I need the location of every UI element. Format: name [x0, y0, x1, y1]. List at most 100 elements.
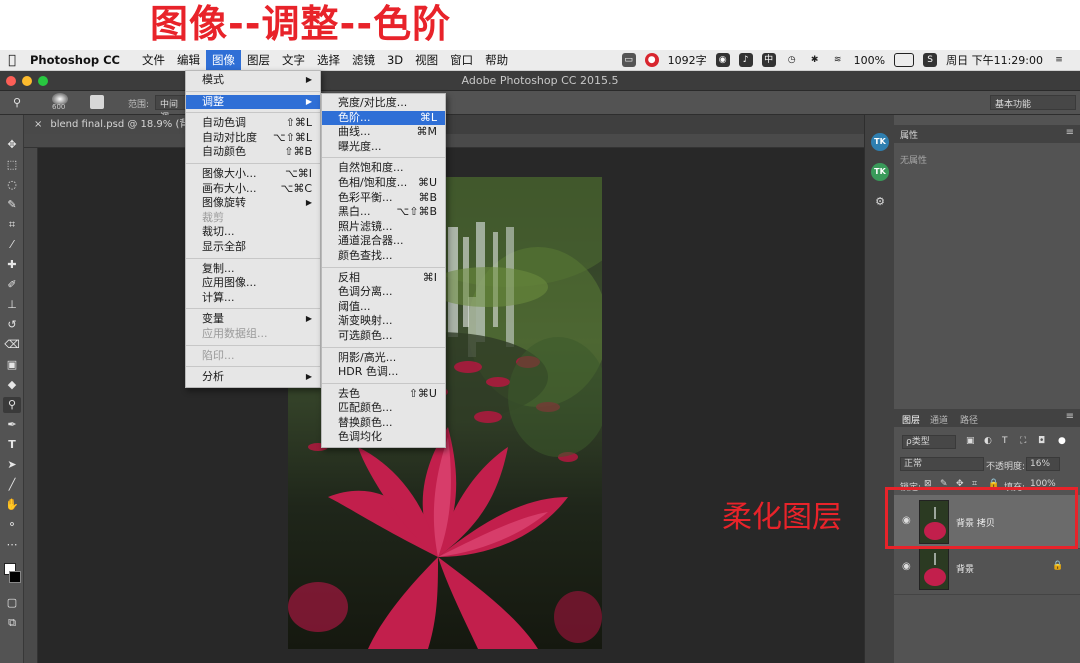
menu-item[interactable]: 色相/饱和度... ⌘U — [322, 176, 445, 191]
filter-shape-icon[interactable]: ⛶ — [1020, 436, 1026, 446]
menu-item[interactable]: 变量 ▶ — [186, 312, 320, 327]
menu-item[interactable]: 应用图像... — [186, 276, 320, 291]
marquee-tool-icon[interactable]: ⬚ — [3, 157, 21, 173]
menu-item[interactable]: 可选颜色... — [322, 329, 445, 344]
menu-item[interactable]: 裁切... — [186, 225, 320, 240]
blend-mode-select[interactable]: 正常 — [900, 457, 984, 471]
quick-mask-icon[interactable]: ▢ — [3, 595, 21, 611]
tab-layers[interactable]: 图层 — [902, 413, 920, 426]
menu-item[interactable]: 黑白... ⌥⇧⌘B — [322, 205, 445, 220]
history-brush-tool-icon[interactable]: ↺ — [3, 317, 21, 333]
menu-type[interactable]: 文字 — [276, 50, 311, 71]
layer-name[interactable]: 背景 — [956, 562, 974, 575]
filter-toggle-icon[interactable]: ● — [1058, 436, 1066, 446]
tab-channels[interactable]: 通道 — [930, 413, 948, 426]
notification-center-icon[interactable]: ≡ — [1052, 53, 1066, 67]
type-tool-icon[interactable]: T — [3, 437, 21, 453]
menu-file[interactable]: 文件 — [136, 50, 171, 71]
menu-item[interactable]: 亮度/对比度... — [322, 96, 445, 111]
menu-item[interactable]: 通道混合器... — [322, 234, 445, 249]
menu-image[interactable]: 图像 — [205, 49, 241, 71]
tk-plugin-2-icon[interactable]: TK — [871, 163, 889, 181]
menu-item[interactable]: 自动颜色 ⇧⌘B — [186, 145, 320, 160]
apple-icon[interactable]:  — [0, 53, 24, 68]
menu-3d[interactable]: 3D — [381, 50, 409, 71]
weibo-icon[interactable]: ● — [644, 53, 659, 67]
menu-item[interactable]: 复制... — [186, 262, 320, 277]
brush-panel-icon[interactable] — [90, 95, 104, 109]
path-select-tool-icon[interactable]: ➤ — [3, 457, 21, 473]
eraser-tool-icon[interactable]: ⌫ — [3, 337, 21, 353]
app-tray-icon[interactable]: ◉ — [715, 53, 730, 67]
line-tool-icon[interactable]: ╱ — [3, 477, 21, 493]
menu-item[interactable]: 阴影/高光... — [322, 351, 445, 366]
filter-pixel-icon[interactable]: ▣ — [966, 436, 975, 446]
battery-icon[interactable] — [894, 53, 915, 67]
filter-type-icon[interactable]: T — [1002, 436, 1008, 446]
menu-item[interactable]: 画布大小... ⌥⌘C — [186, 182, 320, 197]
cast-icon[interactable]: ▭ — [621, 53, 636, 67]
tk-plugin-icon[interactable]: TK — [871, 133, 889, 151]
filter-adjust-icon[interactable]: ◐ — [984, 436, 992, 446]
menu-item[interactable]: 反相 ⌘I — [322, 271, 445, 286]
dodge-tool-icon[interactable]: ⚲ — [8, 95, 26, 111]
menu-item[interactable]: 图像大小... ⌥⌘I — [186, 167, 320, 182]
input-method-icon[interactable]: 中 — [761, 53, 776, 67]
visibility-eye-icon[interactable]: ◉ — [902, 561, 911, 572]
bluetooth-icon[interactable]: ✱ — [808, 53, 822, 67]
more-tools-icon[interactable]: ⋯ — [3, 537, 21, 553]
menu-item[interactable]: 渐变映射... — [322, 314, 445, 329]
menu-item[interactable]: 照片滤镜... — [322, 220, 445, 235]
hand-tool-icon[interactable]: ✋ — [3, 497, 21, 513]
opacity-input[interactable]: 16% — [1026, 457, 1060, 471]
crop-tool-icon[interactable]: ⌗ — [3, 217, 21, 233]
lasso-tool-icon[interactable]: ◌ — [3, 177, 21, 193]
menu-item[interactable]: 阈值... — [322, 300, 445, 315]
gradient-tool-icon[interactable]: ▣ — [3, 357, 21, 373]
menu-help[interactable]: 帮助 — [479, 50, 514, 71]
menu-item[interactable]: 自然饱和度... — [322, 161, 445, 176]
pen-tool-icon[interactable]: ✒ — [3, 417, 21, 433]
menu-select[interactable]: 选择 — [311, 50, 346, 71]
zoom-tool-icon[interactable]: ⚬ — [3, 517, 21, 533]
layers-menu-icon[interactable]: ≡ — [1066, 411, 1074, 422]
adjust-panel-icon[interactable]: ⚙ — [871, 193, 889, 211]
menu-item[interactable]: 自动色调 ⇧⌘L — [186, 116, 320, 131]
blur-tool-icon[interactable]: ◆ — [3, 377, 21, 393]
clock[interactable]: 周日 下午11:29:00 — [946, 52, 1043, 68]
screen-mode-icon[interactable]: ⧉ — [3, 615, 21, 631]
layer-filter-select[interactable]: ρ类型 — [902, 435, 956, 449]
menu-window[interactable]: 窗口 — [444, 50, 479, 71]
dodge-tool-selected-icon[interactable]: ⚲ — [3, 397, 21, 413]
range-select[interactable]: 中间调 — [155, 95, 187, 123]
layer-row-background[interactable]: ◉ 背景 🔒 — [894, 541, 1080, 595]
move-tool-icon[interactable]: ✥ — [3, 137, 21, 153]
filter-smart-icon[interactable]: ◘ — [1038, 436, 1045, 446]
wifi-icon[interactable]: ≋ — [831, 53, 845, 67]
mic-icon[interactable]: ♪ — [738, 53, 753, 67]
menu-item[interactable]: HDR 色调... — [322, 365, 445, 380]
menu-item[interactable]: 色阶... ⌘L — [322, 110, 445, 126]
menu-item[interactable]: 替换颜色... — [322, 416, 445, 431]
quick-select-tool-icon[interactable]: ✎ — [3, 197, 21, 213]
app-s-icon[interactable]: S — [923, 53, 938, 67]
menu-item[interactable]: 色彩平衡... ⌘B — [322, 191, 445, 206]
menu-item[interactable]: 计算... — [186, 291, 320, 306]
menu-edit[interactable]: 编辑 — [171, 50, 206, 71]
menu-item[interactable]: 图像旋转 ▶ — [186, 196, 320, 211]
menu-item[interactable]: 调整 ▶ — [186, 94, 320, 110]
menu-item[interactable]: 色调均化 — [322, 430, 445, 445]
menu-item[interactable]: 模式 ▶ — [186, 73, 320, 88]
menu-filter[interactable]: 滤镜 — [346, 50, 381, 71]
menu-view[interactable]: 视图 — [409, 50, 444, 71]
menu-layer[interactable]: 图层 — [241, 50, 276, 71]
ruler-vertical[interactable] — [24, 148, 38, 663]
menu-item[interactable]: 自动对比度 ⌥⇧⌘L — [186, 131, 320, 146]
properties-tab[interactable]: 属性 — [900, 128, 918, 141]
stamp-tool-icon[interactable]: ⊥ — [3, 297, 21, 313]
eyedropper-tool-icon[interactable]: ⁄ — [3, 237, 21, 253]
menu-item[interactable]: 匹配颜色... — [322, 401, 445, 416]
tab-paths[interactable]: 路径 — [960, 413, 978, 426]
panel-menu-icon[interactable]: ≡ — [1066, 127, 1074, 138]
menu-item[interactable]: 去色 ⇧⌘U — [322, 387, 445, 402]
